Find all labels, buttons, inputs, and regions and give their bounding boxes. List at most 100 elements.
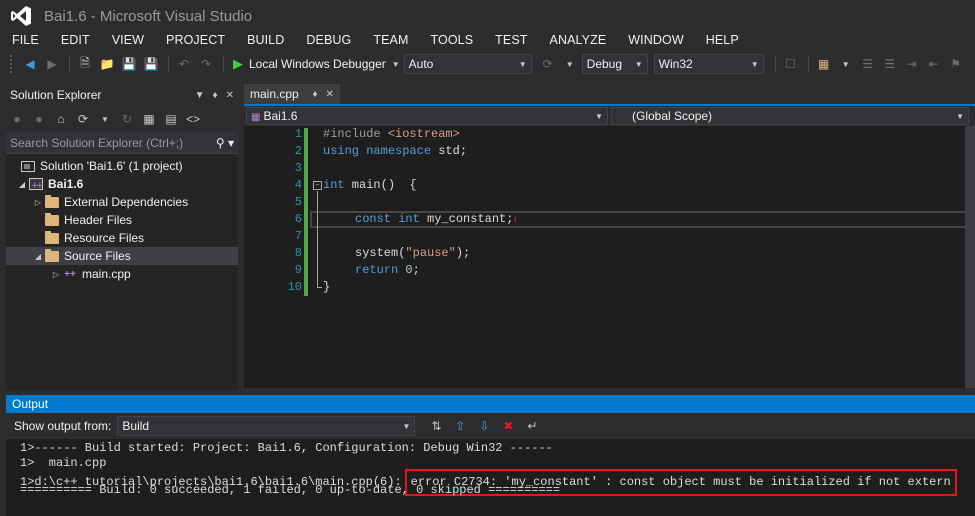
bookmark-icon[interactable]: ⚑ xyxy=(946,54,966,74)
expanded-arrow-icon[interactable]: ◢ xyxy=(32,252,44,261)
refresh-icon[interactable]: ↻ xyxy=(118,112,136,126)
collapsed-arrow-icon[interactable]: ▷ xyxy=(50,270,62,279)
tree-item-source-files[interactable]: ◢ Source Files xyxy=(6,247,238,265)
home-icon[interactable]: ⌂ xyxy=(52,112,70,126)
find-message-icon[interactable]: ⇅ xyxy=(427,419,445,433)
menu-file[interactable]: FILE xyxy=(0,33,39,47)
svg-text:+: + xyxy=(36,181,43,190)
menu-project[interactable]: PROJECT xyxy=(154,33,225,47)
indent-icon[interactable]: ⇥ xyxy=(902,54,922,74)
pin-icon[interactable]: ♦ xyxy=(313,89,318,100)
tab-main-cpp[interactable]: main.cpp ♦ ✕ xyxy=(244,84,340,104)
expanded-arrow-icon[interactable]: ◢ xyxy=(16,180,28,189)
save-all-icon[interactable]: 💾 xyxy=(141,54,161,74)
close-icon[interactable]: ✕ xyxy=(326,89,334,100)
menu-window[interactable]: WINDOW xyxy=(616,33,683,47)
menu-team[interactable]: TEAM xyxy=(361,33,408,47)
tree-item-solution[interactable]: Solution 'Bai1.6' (1 project) xyxy=(6,157,238,175)
outdent-icon[interactable]: ⇤ xyxy=(924,54,944,74)
menu-debug[interactable]: DEBUG xyxy=(294,33,351,47)
line-number: 7 xyxy=(294,229,302,243)
global-scope-value: (Global Scope) xyxy=(632,109,713,123)
project-scope-dropdown[interactable]: ▦ Bai1.6 ▼ xyxy=(246,107,608,125)
solution-label: Solution 'Bai1.6' (1 project) xyxy=(40,159,183,173)
menu-view[interactable]: VIEW xyxy=(100,33,144,47)
code-editor[interactable]: 1 2 3 4 5 6 7 8 9 10 – #include <iostrea… xyxy=(244,126,975,388)
solution-explorer-icon[interactable]: ▦ xyxy=(814,54,834,74)
tree-item-label: External Dependencies xyxy=(64,195,189,209)
sync-icon[interactable]: ⟳ xyxy=(74,112,92,126)
open-file-icon[interactable]: 📁 xyxy=(97,54,117,74)
search-icon[interactable]: ⚲ ▾ xyxy=(216,136,234,150)
forward-icon[interactable]: ● xyxy=(30,112,48,126)
global-scope-dropdown[interactable]: (Global Scope) ▼ xyxy=(611,107,969,125)
tree-item-header-files[interactable]: Header Files xyxy=(6,211,238,229)
navigate-forward-icon[interactable]: ▶ xyxy=(42,54,62,74)
tree-item-project[interactable]: ◢ + + Bai1.6 xyxy=(6,175,238,193)
chevron-down-icon: ▼ xyxy=(956,111,964,121)
output-text-area[interactable]: 1>------ Build started: Project: Bai1.6,… xyxy=(20,441,957,498)
view-code-icon[interactable]: <> xyxy=(184,112,202,126)
tree-item-external-dependencies[interactable]: ▷ External Dependencies xyxy=(6,193,238,211)
uncomment-icon[interactable]: ☰ xyxy=(880,54,900,74)
toolbar-grip[interactable] xyxy=(10,55,14,73)
line-number: 6 xyxy=(294,212,302,226)
close-icon[interactable]: ✕ xyxy=(226,90,234,101)
outline-guide xyxy=(317,191,318,288)
code-line-4: int main() { xyxy=(323,177,417,194)
toolbar-separator xyxy=(774,55,776,73)
go-to-next-icon[interactable]: ⇩ xyxy=(475,419,493,433)
start-debugging-button[interactable]: ▶ Local Windows Debugger ▼ xyxy=(229,56,400,72)
undo-icon[interactable]: ↶ xyxy=(174,54,194,74)
solution-config-dropdown[interactable]: Auto ▼ xyxy=(403,54,532,74)
code-line-9: return 0; xyxy=(355,262,420,279)
collapse-all-icon[interactable]: ▦ xyxy=(140,112,158,126)
save-icon[interactable]: 💾 xyxy=(119,54,139,74)
navigate-back-icon[interactable]: ◀ xyxy=(20,54,40,74)
menu-test[interactable]: TEST xyxy=(483,33,527,47)
code-text-area[interactable]: – #include <iostream> using namespace st… xyxy=(310,126,975,388)
word-wrap-icon[interactable]: ↵ xyxy=(523,419,541,433)
menu-help[interactable]: HELP xyxy=(694,33,739,47)
external-dependencies-icon xyxy=(44,194,60,209)
solution-explorer-search[interactable]: Search Solution Explorer (Ctrl+;) ⚲ ▾ xyxy=(6,132,238,154)
show-all-files-icon[interactable]: ▤ xyxy=(162,112,180,126)
chevron-down-icon[interactable]: ▼ xyxy=(96,115,114,124)
clear-all-icon[interactable]: ✖ xyxy=(499,419,517,433)
code-line-6: const int my_constant;≀ xyxy=(355,211,517,228)
chevron-down-icon: ▼ xyxy=(595,111,603,121)
back-icon[interactable]: ● xyxy=(8,112,26,126)
solution-config-value: Auto xyxy=(408,57,434,71)
solution-explorer-panel: Solution Explorer ▼ ♦ ✕ ● ● ⌂ ⟳ ▼ ↻ ▦ ▤ … xyxy=(6,84,238,390)
collapsed-arrow-icon[interactable]: ▷ xyxy=(32,198,44,207)
code-line-2: using namespace std; xyxy=(323,143,467,160)
menu-tools[interactable]: TOOLS xyxy=(419,33,474,47)
code-line-8: system("pause"); xyxy=(355,245,470,262)
window-position-icon[interactable]: ▼ xyxy=(195,90,205,101)
new-project-icon[interactable]: 🗎 xyxy=(75,54,95,74)
collapse-outline-icon[interactable]: – xyxy=(313,181,322,190)
window-title: Bai1.6 - Microsoft Visual Studio xyxy=(44,7,253,25)
go-to-previous-icon[interactable]: ⇧ xyxy=(451,419,469,433)
platform-dropdown[interactable]: Win32 ▼ xyxy=(653,54,764,74)
chevron-down-icon[interactable]: ▼ xyxy=(560,54,580,74)
pin-icon[interactable]: ♦ xyxy=(213,90,218,101)
comment-icon[interactable]: ☰ xyxy=(858,54,878,74)
build-config-dropdown[interactable]: Debug ▼ xyxy=(581,54,648,74)
toolbar-separator xyxy=(69,55,70,73)
refresh-icon[interactable]: ⟳ xyxy=(538,54,558,74)
menu-analyze[interactable]: ANALYZE xyxy=(538,33,607,47)
editor-vertical-scrollbar[interactable] xyxy=(965,126,975,388)
chevron-down-icon[interactable]: ▼ xyxy=(836,54,856,74)
indicator-margin[interactable] xyxy=(244,126,260,388)
code-token: return xyxy=(355,263,399,277)
redo-icon[interactable]: ↷ xyxy=(196,54,216,74)
menu-edit[interactable]: EDIT xyxy=(49,33,90,47)
find-in-files-icon[interactable]: ☐ xyxy=(781,54,801,74)
toolbar-separator xyxy=(807,55,809,73)
tree-item-resource-files[interactable]: Resource Files xyxy=(6,229,238,247)
chevron-down-icon: ▼ xyxy=(634,59,643,69)
tree-item-main-cpp[interactable]: ▷ ++ main.cpp xyxy=(6,265,238,283)
output-source-dropdown[interactable]: Build ▼ xyxy=(117,416,416,436)
menu-build[interactable]: BUILD xyxy=(235,33,284,47)
